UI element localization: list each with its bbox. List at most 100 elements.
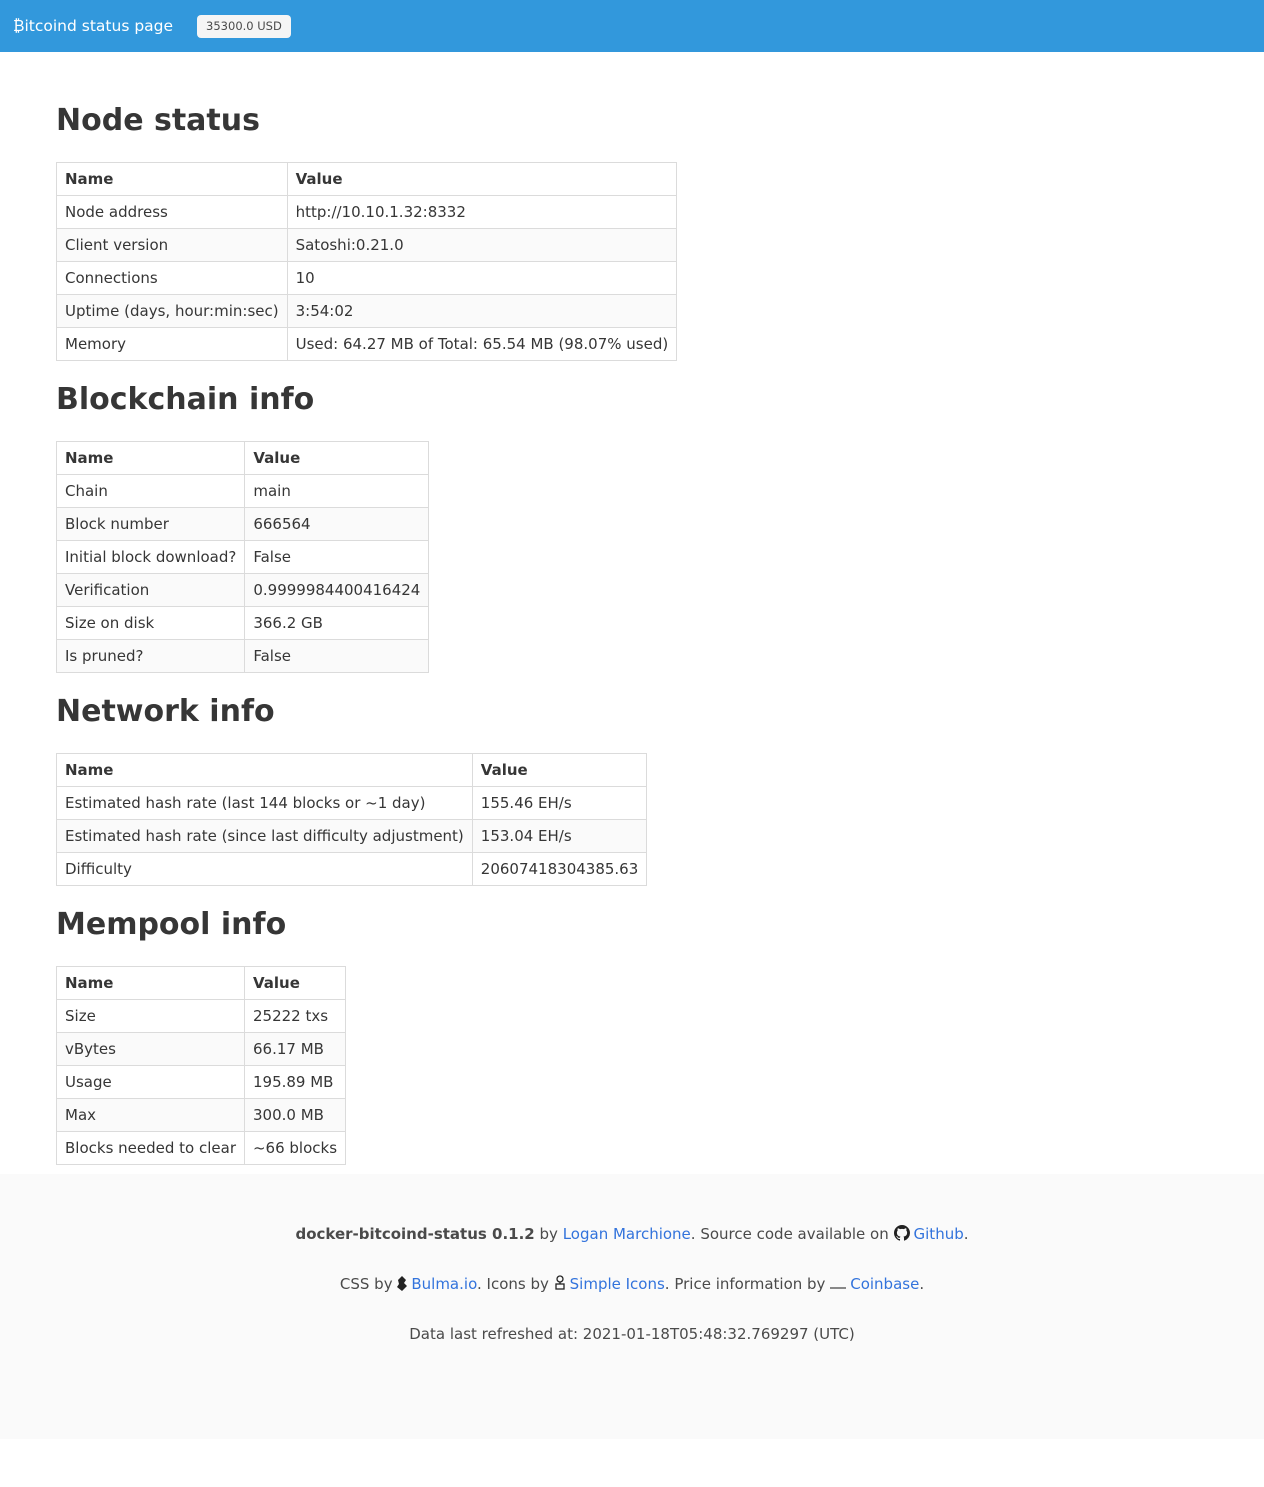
table-row: Is pruned? False — [55, 639, 430, 673]
column-header-value: Value — [244, 441, 430, 475]
row-name: Memory — [56, 327, 288, 361]
blockchain-info-title: Blockchain info — [56, 382, 315, 417]
row-value: 366.2 GB — [244, 606, 430, 640]
bitcoin-icon: ₿ — [13, 16, 25, 35]
price-by-text: . Price information by — [664, 1275, 826, 1293]
table-row: Estimated hash rate (last 144 blocks or … — [56, 786, 648, 820]
table-row: Uptime (days, hour:min:sec) 3:54:02 — [56, 294, 678, 328]
css-by-text: CSS by — [339, 1275, 393, 1293]
footer-attribution: CSS by Bulma.io. Icons by Simple Icons. … — [0, 1273, 1264, 1297]
footer-credits: docker-bitcoind-status 0.1.2 by Logan Ma… — [0, 1223, 1264, 1247]
row-value: 195.89 MB — [243, 1065, 347, 1099]
row-value: Used: 64.27 MB of Total: 65.54 MB (98.07… — [286, 327, 678, 361]
column-header-name: Name — [56, 162, 288, 196]
row-name: Size on disk — [55, 606, 246, 640]
period: . — [919, 1275, 925, 1293]
source-text: . Source code available on — [690, 1225, 889, 1243]
row-name: Usage — [56, 1065, 245, 1099]
table-row: Node address http://10.10.1.32:8332 — [56, 195, 678, 229]
row-value: ~66 blocks — [243, 1131, 347, 1165]
row-name: Node address — [56, 195, 288, 229]
footer: docker-bitcoind-status 0.1.2 by Logan Ma… — [0, 1174, 1264, 1439]
column-header-value: Value — [243, 966, 347, 1000]
table-row: Verification 0.9999984400416424 — [55, 573, 430, 607]
row-value: Satoshi:0.21.0 — [286, 228, 678, 262]
project-name: docker-bitcoind-status 0.1.2 — [295, 1225, 535, 1243]
row-value: 20607418304385.63 — [471, 852, 648, 886]
table-row: vBytes 66.17 MB — [56, 1032, 347, 1066]
blockchain-info-table: Name Value Chain main Block number 666564 … — [55, 441, 430, 673]
row-value: False — [244, 639, 430, 673]
main-content: Node status Name Value Node address http:… — [0, 52, 1264, 1174]
row-value: main — [244, 474, 430, 508]
column-header-name: Name — [56, 966, 245, 1000]
table-row: Connections 10 — [56, 261, 678, 295]
table-row: Max 300.0 MB — [56, 1098, 347, 1132]
row-value: 66.17 MB — [243, 1032, 347, 1066]
row-name: Connections — [56, 261, 288, 295]
row-value: 25222 txs — [243, 999, 347, 1033]
row-value: 3:54:02 — [286, 294, 678, 328]
row-name: Client version — [56, 228, 288, 262]
row-name: Size — [56, 999, 245, 1033]
column-header-value: Value — [471, 753, 648, 787]
row-name: Chain — [55, 474, 246, 508]
table-row: Memory Used: 64.27 MB of Total: 65.54 MB … — [56, 327, 678, 361]
column-header-name: Name — [55, 441, 246, 475]
row-value: False — [244, 540, 430, 574]
mempool-info-table: Name Value Size 25222 txs vBytes 66.17 MB … — [56, 966, 347, 1165]
table-row: Client version Satoshi:0.21.0 — [56, 228, 678, 262]
simple-icons-icon — [554, 1275, 566, 1297]
brand-title: itcoind status page — [24, 17, 174, 35]
table-row: Block number 666564 — [55, 507, 430, 541]
node-status-title: Node status — [56, 103, 260, 138]
price-tag: 35300.0 USD — [197, 14, 291, 38]
table-row: Size 25222 txs — [56, 999, 347, 1033]
row-name: Estimated hash rate (since last difficul… — [56, 819, 473, 853]
row-name: vBytes — [56, 1032, 245, 1066]
table-row: Blocks needed to clear ~66 blocks — [56, 1131, 347, 1165]
by-text: by — [539, 1225, 558, 1243]
mempool-info-title: Mempool info — [56, 907, 287, 942]
coinbase-link[interactable]: Coinbase — [850, 1275, 919, 1293]
row-value: 155.46 EH/s — [471, 786, 648, 820]
bulma-link[interactable]: Bulma.io — [411, 1275, 477, 1293]
table-row: Initial block download? False — [55, 540, 430, 574]
row-name: Is pruned? — [55, 639, 246, 673]
column-header-name: Name — [56, 753, 473, 787]
table-row: Usage 195.89 MB — [56, 1065, 347, 1099]
table-row: Difficulty 20607418304385.63 — [56, 852, 648, 886]
network-info-table: Name Value Estimated hash rate (last 144… — [56, 753, 648, 886]
coinbase-icon — [830, 1275, 847, 1297]
table-row: Size on disk 366.2 GB — [55, 606, 430, 640]
icons-by-text: . Icons by — [476, 1275, 549, 1293]
row-name: Estimated hash rate (last 144 blocks or … — [56, 786, 473, 820]
row-value: http://10.10.1.32:8332 — [286, 195, 678, 229]
row-value: 153.04 EH/s — [471, 819, 648, 853]
row-value: 666564 — [244, 507, 430, 541]
brand-link[interactable]: ₿ itcoind status page — [13, 17, 173, 36]
row-name: Difficulty — [56, 852, 473, 886]
row-name: Block number — [55, 507, 246, 541]
column-header-value: Value — [286, 162, 678, 196]
row-name: Initial block download? — [55, 540, 246, 574]
row-value: 300.0 MB — [243, 1098, 347, 1132]
top-navbar: ₿ itcoind status page 35300.0 USD — [0, 0, 1264, 52]
github-icon — [893, 1225, 910, 1247]
author-link[interactable]: Logan Marchione — [563, 1225, 691, 1243]
row-name: Max — [56, 1098, 245, 1132]
node-status-table: Name Value Node address http://10.10.1.32… — [56, 162, 678, 361]
row-name: Blocks needed to clear — [56, 1131, 245, 1165]
github-link[interactable]: Github — [914, 1225, 964, 1243]
row-name: Verification — [55, 573, 246, 607]
period: . — [963, 1225, 969, 1243]
table-row: Chain main — [55, 474, 430, 508]
network-info-title: Network info — [56, 694, 275, 729]
table-row: Estimated hash rate (since last difficul… — [56, 819, 648, 853]
row-value: 10 — [286, 261, 678, 295]
simple-icons-link[interactable]: Simple Icons — [570, 1275, 665, 1293]
bulma-icon — [397, 1275, 408, 1297]
row-value: 0.9999984400416424 — [244, 573, 430, 607]
last-refreshed: Data last refreshed at: 2021-01-18T05:48… — [409, 1325, 855, 1343]
row-name: Uptime (days, hour:min:sec) — [56, 294, 288, 328]
